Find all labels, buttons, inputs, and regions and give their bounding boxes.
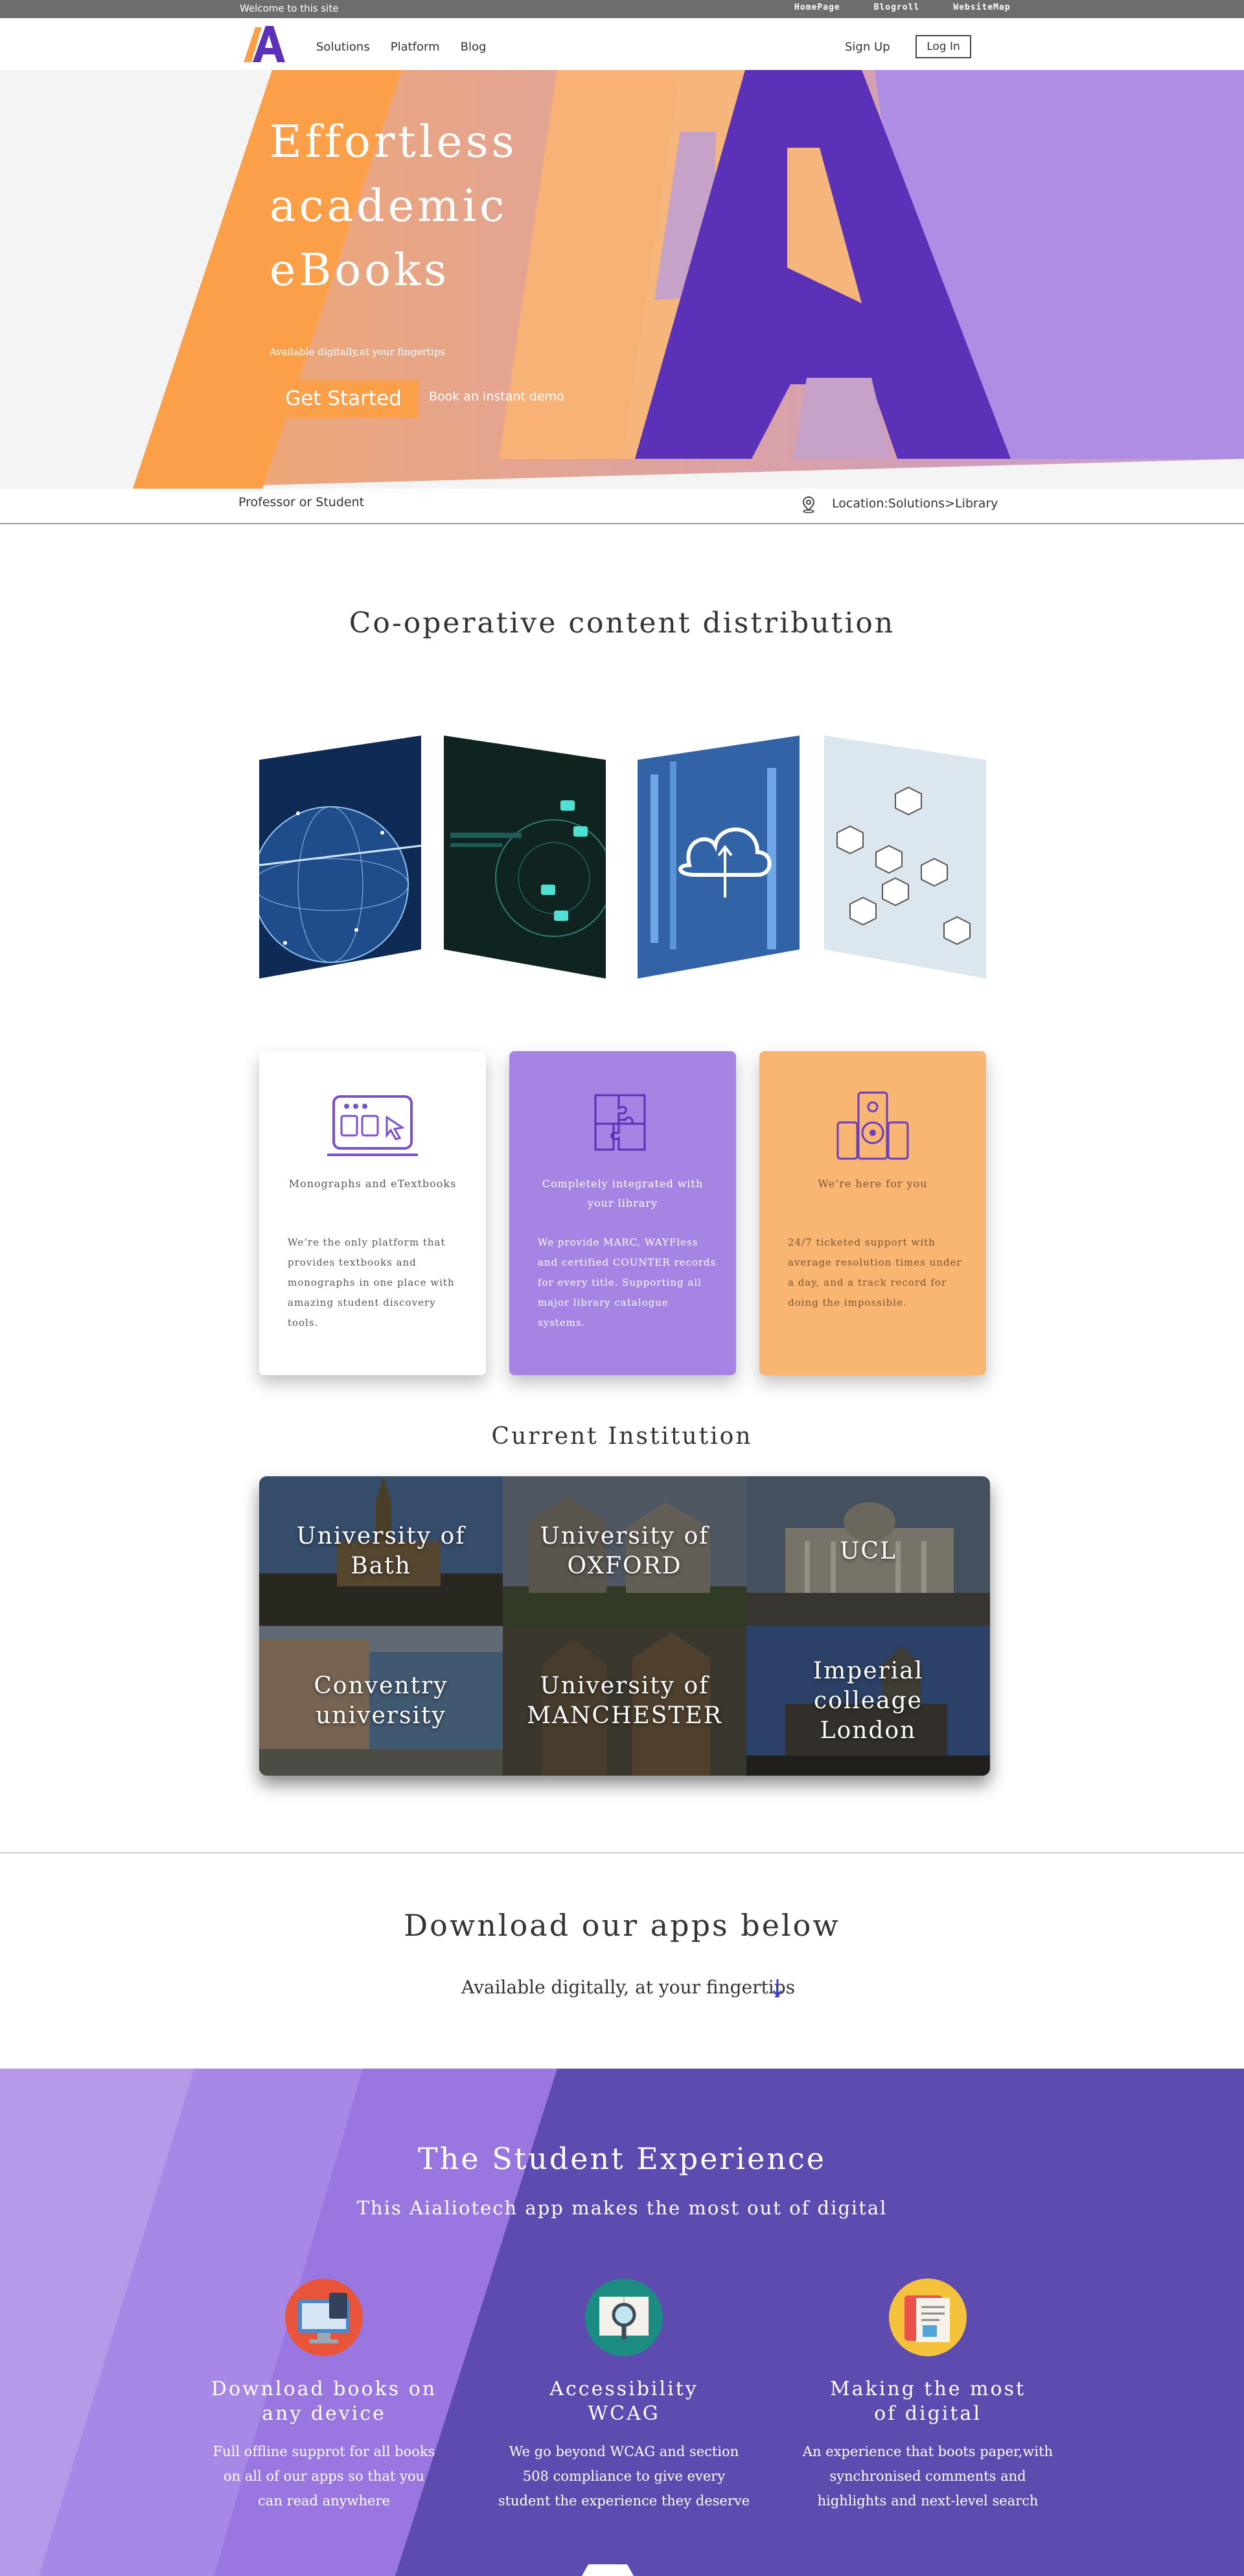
institution-name: University of MANCHESTER xyxy=(527,1672,722,1729)
bottom-tab xyxy=(582,2564,634,2576)
card-title: We’re here for you xyxy=(818,1178,928,1190)
hero-title: Effortless academic eBooks xyxy=(270,117,518,296)
card-title: Completely integrated with your library xyxy=(542,1178,704,1209)
cooperative-title: Co-operative content distribution xyxy=(349,607,895,640)
student-title: The Student Experience xyxy=(418,2141,826,2176)
card-text: 24/7 ticketed support with average resol… xyxy=(788,1236,962,1308)
arrow-down-icon[interactable] xyxy=(771,1977,784,1999)
breadcrumb: Location:Solutions>Library xyxy=(832,496,998,511)
feature-text: An experience that boots paper,with sync… xyxy=(802,2444,1054,2509)
card-support[interactable]: We’re here for you 24/7 ticketed support… xyxy=(759,1051,986,1375)
student-subtitle: This Aialiotech app makes the most out o… xyxy=(356,2197,888,2219)
speaker-icon xyxy=(836,1091,909,1160)
card-text: We provide MARC, WAYFless and certified … xyxy=(538,1236,717,1329)
card-text: We’re the only platform that provides te… xyxy=(288,1236,455,1329)
signup-link[interactable]: Sign Up xyxy=(845,40,890,54)
institution-name: UCL xyxy=(840,1537,897,1564)
hero-art xyxy=(0,70,1244,489)
nav-links: Solutions Platform Blog xyxy=(316,40,486,54)
institution-name: Conventry university xyxy=(314,1672,448,1729)
nav-blog[interactable]: Blog xyxy=(461,40,487,54)
feature-title: Download books on any device xyxy=(211,2378,437,2425)
device-browser-icon xyxy=(327,1095,418,1156)
magnifier-book-icon xyxy=(585,2279,663,2356)
network-icons-image xyxy=(824,736,986,979)
institution-name: University of OXFORD xyxy=(540,1522,709,1579)
feature-any-device: Download books on any device Full offlin… xyxy=(194,2277,454,2513)
institution-grid: University of Bath University of OXFORD … xyxy=(259,1476,990,1776)
institution-name: University of Bath xyxy=(296,1522,466,1579)
card-title: Monographs and eTextbooks xyxy=(288,1178,457,1190)
card-library-integration[interactable]: Completely integrated with your library … xyxy=(509,1051,736,1375)
circuit-image xyxy=(444,736,606,979)
feature-accessibility: Accessibility WCAG We go beyond WCAG and… xyxy=(494,2277,754,2513)
nav-platform[interactable]: Platform xyxy=(391,40,440,54)
nav-solutions[interactable]: Solutions xyxy=(316,40,370,54)
feature-digital: Making the most of digital An experience… xyxy=(798,2277,1057,2513)
institution-tile-bath[interactable]: University of Bath xyxy=(259,1476,503,1626)
login-button[interactable]: Log In xyxy=(916,35,971,58)
card-monographs[interactable]: Monographs and eTextbooks We’re the only… xyxy=(259,1051,486,1375)
institution-tile-coventry[interactable]: Conventry university xyxy=(259,1626,503,1776)
homepage-link[interactable]: HomePage xyxy=(794,3,840,12)
logo[interactable] xyxy=(242,25,285,64)
download-subtitle: Available digitally, at your fingertips xyxy=(461,1977,795,1998)
location-pin-icon xyxy=(802,496,815,513)
institutions-title: Current Institution xyxy=(491,1423,753,1450)
institution-tile-manchester[interactable]: University of MANCHESTER xyxy=(503,1626,746,1776)
welcome-text: Welcome to this site xyxy=(240,3,339,14)
section-divider xyxy=(0,1852,1244,1853)
institution-tile-oxford[interactable]: University of OXFORD xyxy=(503,1476,746,1626)
hero xyxy=(0,70,1244,489)
feature-title: Accessibility WCAG xyxy=(549,2378,698,2425)
globe-network-image xyxy=(259,736,421,979)
websitemap-link[interactable]: WebsiteMap xyxy=(953,3,1010,12)
top-strip: Welcome to this site HomePage Blogroll W… xyxy=(0,0,1244,18)
tablet-doc-icon xyxy=(889,2279,967,2356)
feature-text: Full offline supprot for all books on al… xyxy=(213,2444,435,2509)
institution-tile-imperial[interactable]: Imperial colleage London xyxy=(746,1626,990,1776)
blogroll-link[interactable]: Blogroll xyxy=(874,3,920,12)
get-started-button[interactable]: Get Started xyxy=(268,380,419,418)
main-nav xyxy=(0,18,1244,70)
top-links: HomePage Blogroll WebsiteMap xyxy=(794,3,1011,12)
institution-name: Imperial colleage London xyxy=(812,1657,924,1744)
computer-icon xyxy=(285,2279,363,2356)
feature-text: We go beyond WCAG and section 508 compli… xyxy=(498,2444,750,2509)
feature-title: Making the most of digital xyxy=(829,2378,1026,2425)
download-title: Download our apps below xyxy=(404,1908,840,1943)
role-selector[interactable]: Professor or Student xyxy=(238,495,364,509)
hero-subtitle: Available digitally,at your fingertips xyxy=(270,346,446,358)
puzzle-icon xyxy=(594,1094,646,1151)
cloud-upload-image xyxy=(638,736,800,979)
book-demo-link[interactable]: Book an instant demo xyxy=(429,389,564,404)
institution-tile-ucl[interactable]: UCL xyxy=(746,1476,990,1626)
location-bar xyxy=(0,489,1244,524)
